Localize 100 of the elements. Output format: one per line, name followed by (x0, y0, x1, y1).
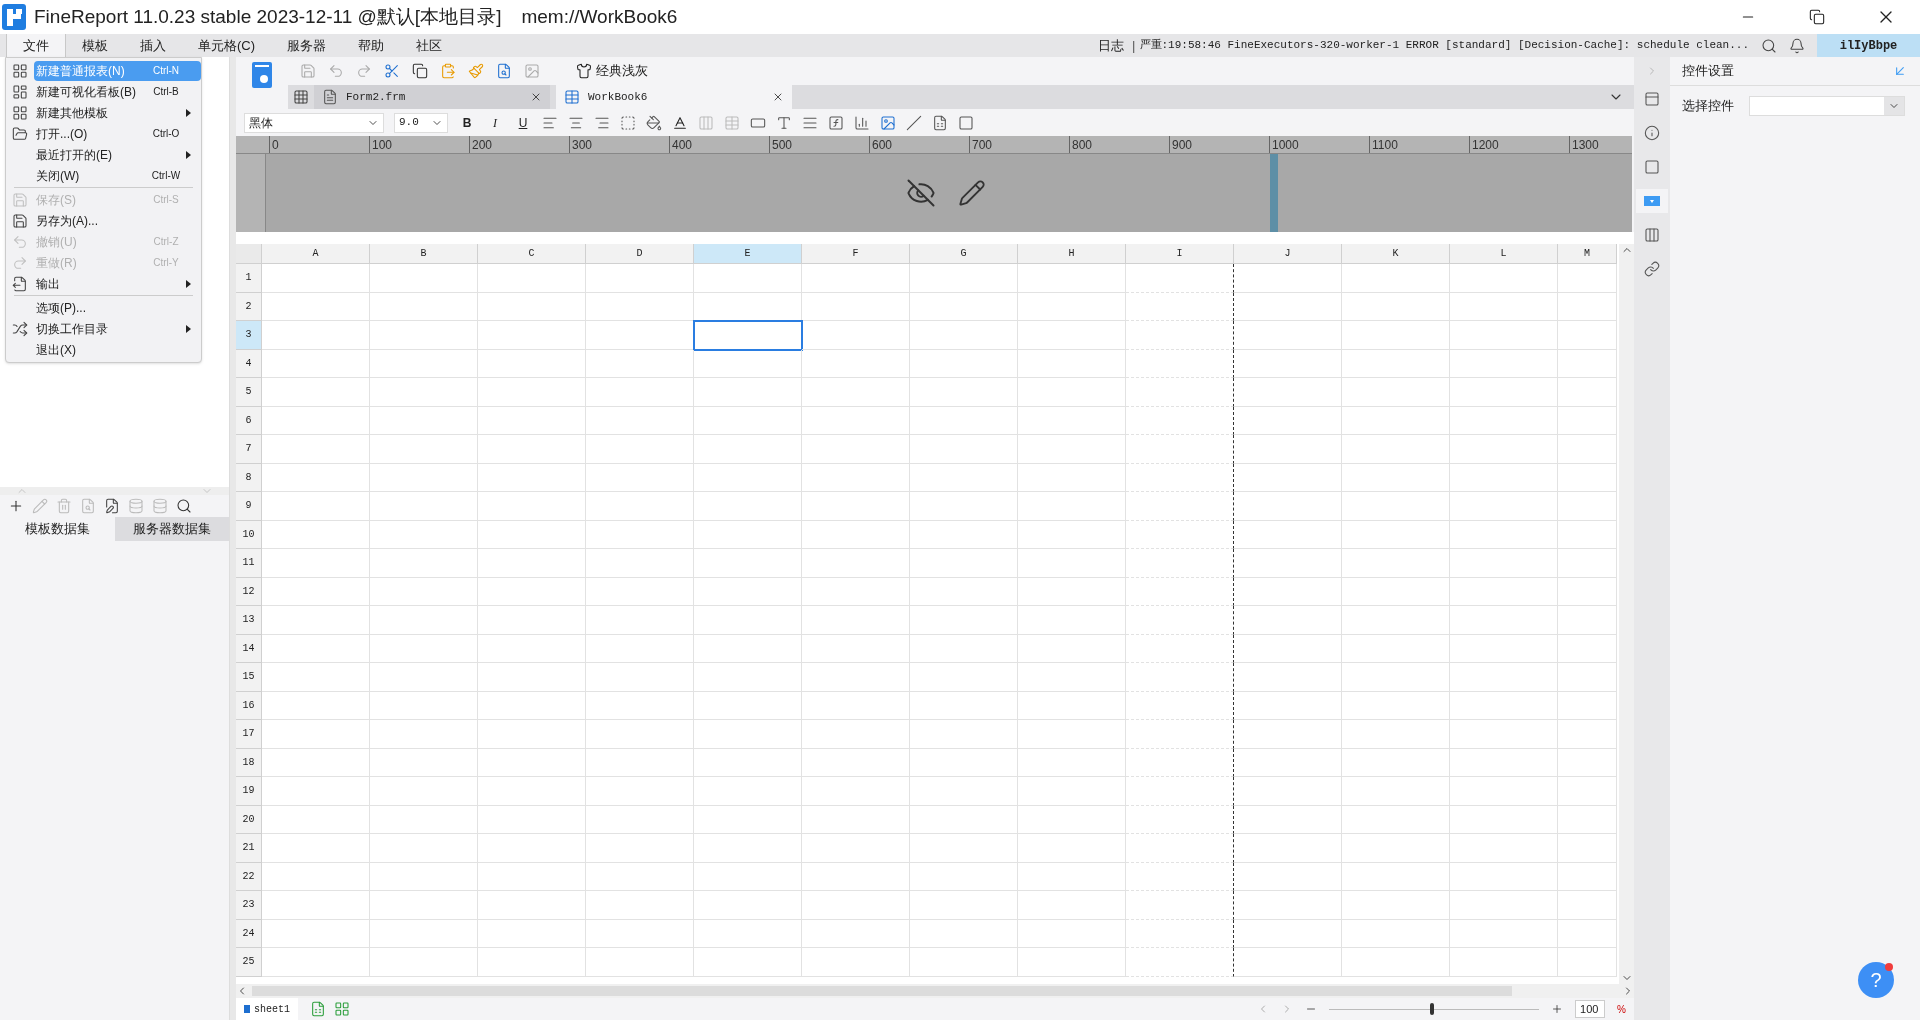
menu-item[interactable]: 模板 (66, 34, 124, 57)
menu-entry[interactable]: 退出(X) (6, 339, 201, 360)
column-header[interactable]: H (1018, 244, 1126, 264)
table-cell[interactable] (1126, 891, 1234, 920)
zoom-slider-thumb[interactable] (1430, 1003, 1434, 1015)
slash-icon[interactable] (906, 114, 922, 131)
file-tab[interactable]: WorkBook6 (556, 85, 792, 109)
row-header[interactable]: 12 (236, 577, 262, 606)
table-cell[interactable] (1126, 549, 1234, 578)
table-cell[interactable] (1126, 321, 1234, 350)
menu-item[interactable]: 插入 (124, 34, 182, 57)
cut-icon[interactable] (384, 63, 400, 79)
menu-item[interactable]: 社区 (400, 34, 459, 57)
row-header[interactable]: 20 (236, 805, 262, 834)
row-header[interactable]: 23 (236, 891, 262, 920)
new-sheet-icon[interactable] (293, 89, 309, 105)
chart-icon[interactable] (854, 114, 870, 131)
menu-item[interactable]: 文件 (6, 34, 66, 57)
sheet-tab[interactable]: sheet1 (236, 998, 298, 1020)
row-header[interactable]: 19 (236, 777, 262, 806)
row-header[interactable]: 21 (236, 834, 262, 863)
menu-entry[interactable]: 新建可视化看板(B) Ctrl-B (6, 81, 201, 102)
search-icon[interactable] (176, 498, 192, 514)
table-cell[interactable] (1126, 663, 1234, 692)
column-header[interactable]: A (262, 244, 370, 264)
table-cell[interactable] (1126, 292, 1234, 321)
link-icon[interactable] (1644, 261, 1660, 277)
table-cell[interactable] (1126, 748, 1234, 777)
menu-item[interactable]: 帮助 (342, 34, 401, 57)
dashboard-icon[interactable] (12, 83, 28, 100)
row-header[interactable]: 8 (236, 463, 262, 492)
table-cell[interactable] (1126, 435, 1234, 464)
search-icon[interactable] (1761, 37, 1777, 54)
undo-icon[interactable] (328, 63, 344, 79)
save-icon[interactable] (12, 212, 28, 229)
column-header[interactable]: D (586, 244, 694, 264)
row-header[interactable]: 25 (236, 948, 262, 977)
table-cell[interactable] (1126, 264, 1234, 293)
table-cell[interactable] (1126, 691, 1234, 720)
row-header[interactable]: 5 (236, 378, 262, 407)
table-cell[interactable] (1126, 606, 1234, 635)
table-cell[interactable] (1126, 919, 1234, 948)
menu-entry[interactable]: 新建其他模板 (6, 102, 201, 123)
row-header[interactable]: 13 (236, 606, 262, 635)
close-icon[interactable] (530, 91, 542, 103)
table-cell[interactable] (1126, 378, 1234, 407)
row-header[interactable]: 24 (236, 919, 262, 948)
row-header[interactable]: 7 (236, 435, 262, 464)
add-icon[interactable] (8, 498, 24, 514)
folder-icon[interactable] (12, 125, 28, 142)
style-button[interactable]: B (458, 113, 476, 132)
user-button[interactable]: ilIyBbpe (1817, 34, 1920, 57)
form-icon[interactable] (322, 89, 338, 105)
split-icon[interactable] (724, 114, 740, 131)
edit-icon[interactable] (32, 498, 48, 514)
text-icon[interactable] (776, 114, 792, 131)
subreport-icon[interactable] (932, 114, 948, 131)
copy-icon[interactable] (412, 63, 428, 79)
database-icon[interactable] (128, 498, 144, 514)
column-header[interactable]: E (694, 244, 802, 264)
column-header[interactable]: J (1234, 244, 1342, 264)
row-header[interactable]: 14 (236, 634, 262, 663)
dataset-tab[interactable]: 模板数据集 (0, 517, 115, 541)
grid-icon[interactable] (12, 104, 28, 121)
report-icon[interactable] (251, 61, 273, 91)
log-button[interactable]: 日志 (1094, 35, 1129, 56)
table-cell[interactable] (1126, 406, 1234, 435)
menu-entry[interactable]: 切换工作目录 (6, 318, 201, 339)
image-icon[interactable] (880, 114, 896, 131)
column-header[interactable]: L (1450, 244, 1558, 264)
column-header[interactable]: I (1126, 244, 1234, 264)
close-icon[interactable] (772, 91, 784, 103)
column-header[interactable]: B (370, 244, 478, 264)
format-painter-icon[interactable] (468, 63, 484, 79)
menu-entry[interactable]: 打开...(O) Ctrl-O (6, 123, 201, 144)
style-button[interactable]: U (514, 113, 532, 132)
row-header[interactable]: 17 (236, 720, 262, 749)
shuffle-icon[interactable] (12, 320, 28, 337)
vertical-scrollbar[interactable] (1619, 244, 1634, 984)
hide-icon[interactable] (906, 178, 936, 208)
horizontal-scrollbar[interactable] (236, 984, 1634, 998)
fill-icon[interactable] (646, 114, 662, 131)
zoom-in-icon[interactable] (1551, 1003, 1564, 1015)
font-size-select[interactable]: 9.0 (394, 112, 448, 133)
redo-icon[interactable] (356, 63, 372, 79)
row-header[interactable]: 16 (236, 691, 262, 720)
table-cell[interactable] (1126, 862, 1234, 891)
text-search-icon[interactable] (496, 63, 512, 79)
menu-entry[interactable]: 选项(P)... (6, 297, 201, 318)
row-header[interactable]: 18 (236, 748, 262, 777)
export-icon[interactable] (12, 275, 28, 292)
menu-item[interactable]: 服务器 (271, 34, 343, 57)
frame-icon[interactable] (1644, 159, 1660, 175)
table-cell[interactable] (1126, 634, 1234, 663)
dataset-tab[interactable]: 服务器数据集 (114, 517, 229, 541)
menu-entry[interactable]: 最近打开的(E) (6, 144, 201, 165)
table-cell[interactable] (1126, 805, 1234, 834)
table-cell[interactable] (1126, 577, 1234, 606)
delete-icon[interactable] (56, 498, 72, 514)
row-header[interactable]: 10 (236, 520, 262, 549)
